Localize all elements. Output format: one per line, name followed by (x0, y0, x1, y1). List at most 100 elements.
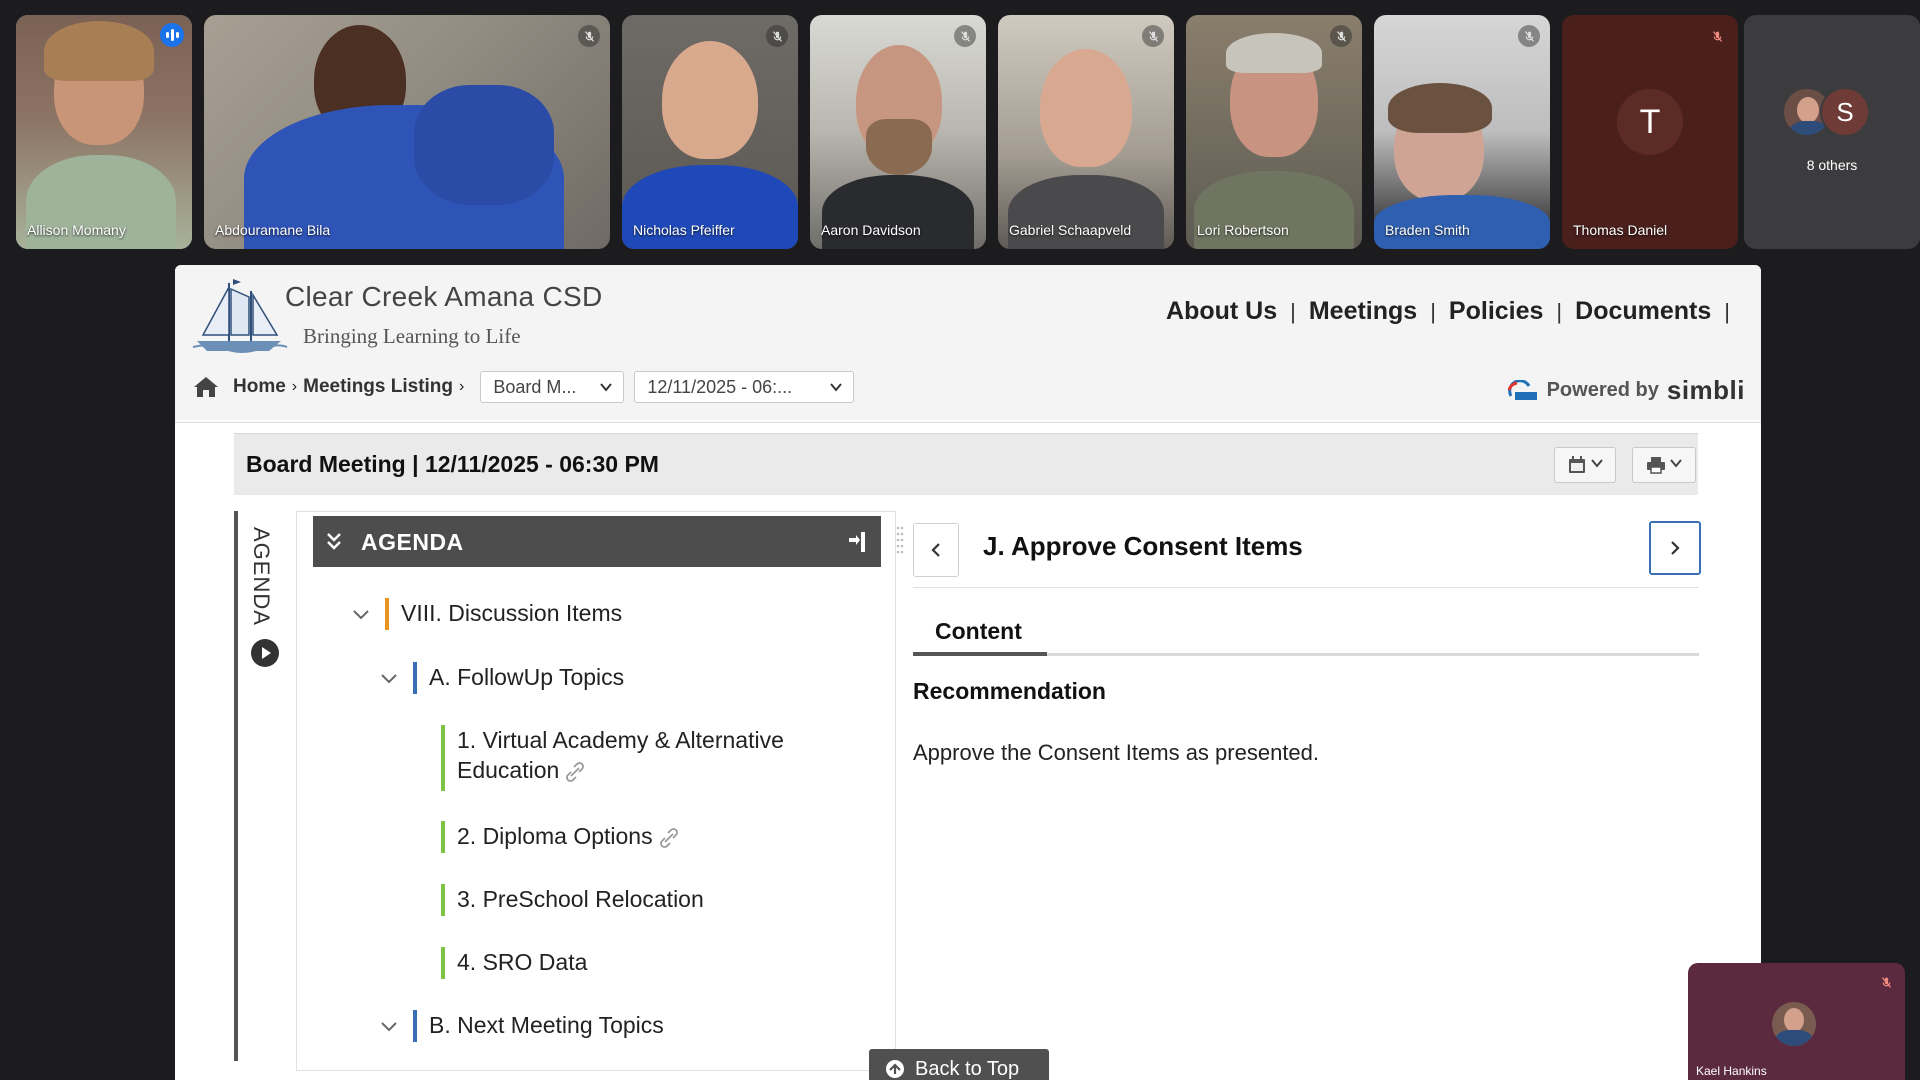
participant-name: Gabriel Schaapveld (1009, 222, 1132, 238)
top-nav: About Us | Meetings | Policies | Documen… (1166, 297, 1743, 326)
others-count: 8 others (1806, 157, 1858, 173)
breadcrumb-meetings-listing[interactable]: Meetings Listing (303, 376, 453, 398)
participant-tile[interactable]: Braden Smith (1374, 15, 1550, 249)
agenda-item-label: 4. SRO Data (457, 949, 588, 975)
back-to-top-button[interactable]: Back to Top (869, 1049, 1049, 1080)
participant-name: Aaron Davidson (821, 222, 921, 238)
camera-feed (1374, 15, 1550, 249)
play-circle-icon[interactable] (250, 638, 280, 668)
agenda-item-label: Education (457, 755, 585, 785)
chevron-right-icon: › (291, 378, 298, 395)
camera-feed (1186, 15, 1362, 249)
participant-name: Abdouramane Bila (215, 222, 331, 238)
home-icon[interactable] (193, 375, 219, 399)
recommendation-text: Approve the Consent Items as presented. (913, 740, 1320, 765)
level-bar (385, 598, 389, 630)
agenda-rail-label[interactable]: AGENDA (248, 527, 274, 626)
participant-name: Nicholas Pfeiffer (633, 222, 735, 238)
agenda-item-label: VIII. Discussion Items (401, 600, 623, 626)
nav-policies[interactable]: Policies (1449, 297, 1544, 326)
org-tagline: Bringing Learning to Life (303, 324, 521, 348)
nav-separator: | (1430, 298, 1436, 324)
camera-feed (204, 15, 610, 249)
chevron-left-icon (931, 543, 940, 557)
participant-tile[interactable]: Nicholas Pfeiffer (622, 15, 798, 249)
camera-feed (16, 15, 192, 249)
nav-separator: | (1724, 298, 1730, 324)
others-tile[interactable]: S 8 others (1744, 15, 1920, 249)
meeting-date-select[interactable]: 12/11/2025 - 06:... (634, 371, 855, 403)
participant-name: Braden Smith (1385, 222, 1470, 238)
camera-feed (998, 15, 1174, 249)
chevron-down-icon[interactable] (351, 608, 371, 622)
attachment-icon[interactable] (565, 762, 585, 782)
participant-avatar: S (1820, 87, 1870, 137)
site-header: Clear Creek Amana CSD Bringing Learning … (175, 265, 1761, 420)
level-bar (441, 725, 445, 791)
powered-by-label: Powered by (1546, 379, 1659, 401)
agenda-panel: AGENDA VIII. Discussion Items A. FollowU… (296, 511, 904, 1071)
agenda-item-label: 3. PreSchool Relocation (457, 886, 704, 912)
meeting-title-bar: Board Meeting | 12/11/2025 - 06:30 PM (234, 433, 1698, 495)
section-heading: Recommendation (913, 678, 1106, 704)
previous-item-button[interactable] (913, 523, 959, 577)
chevron-down-icon (830, 383, 843, 392)
chevron-right-icon: › (459, 378, 465, 395)
participant-tile[interactable]: T Thomas Daniel (1562, 15, 1738, 249)
speaking-indicator-icon (160, 23, 184, 47)
calendar-menu-button[interactable] (1554, 447, 1616, 483)
header-divider (175, 422, 1761, 423)
nav-separator: | (1556, 298, 1563, 324)
chevron-down-icon[interactable] (379, 672, 399, 686)
camera-feed (622, 15, 798, 249)
participant-tile[interactable]: Lori Robertson (1186, 15, 1362, 249)
nav-meetings[interactable]: Meetings (1309, 297, 1417, 326)
muted-mic-icon (954, 25, 976, 47)
level-bar (413, 662, 417, 694)
muted-mic-icon (1142, 25, 1164, 47)
next-item-button[interactable] (1649, 521, 1701, 575)
chevron-right-icon (1671, 541, 1680, 555)
meeting-type-select[interactable]: Board M... (480, 371, 625, 403)
self-view-tile[interactable]: Kael Hankins (1688, 963, 1905, 1080)
agenda-header: AGENDA (313, 516, 881, 567)
agenda-item-label: 1. Virtual Academy & Alternative (457, 727, 784, 753)
print-menu-button[interactable] (1632, 447, 1696, 483)
agenda-item-text: 2. Diploma Options (457, 823, 653, 849)
muted-mic-icon (766, 25, 788, 47)
agenda-title: AGENDA (361, 529, 464, 555)
participant-tile[interactable]: Aaron Davidson (810, 15, 986, 249)
collapse-all-icon[interactable] (325, 531, 343, 551)
participant-tile[interactable]: Gabriel Schaapveld (998, 15, 1174, 249)
attachment-icon[interactable] (659, 828, 679, 848)
chevron-down-icon (600, 383, 613, 392)
powered-by[interactable]: Powered by simbli (1505, 375, 1745, 406)
breadcrumb-home[interactable]: Home (233, 376, 286, 398)
chevron-down-icon[interactable] (379, 1020, 399, 1034)
participant-tile[interactable]: Allison Momany (16, 15, 192, 249)
agenda-item-virtual-academy[interactable]: 1. Virtual Academy & Alternative Educati… (441, 725, 861, 791)
print-icon (1647, 457, 1665, 474)
arrow-up-icon (886, 1060, 904, 1078)
item-title: J. Approve Consent Items (983, 531, 1303, 561)
self-avatar (1772, 1002, 1816, 1046)
participant-name: Lori Robertson (1197, 222, 1289, 238)
tab-content[interactable]: Content (935, 618, 1022, 645)
meeting-title: Board Meeting | 12/11/2025 - 06:30 PM (246, 451, 659, 477)
resize-grip-icon[interactable] (895, 524, 905, 564)
muted-mic-icon (1875, 971, 1897, 993)
simbli-logo: simbli (1666, 375, 1745, 405)
dock-panel-icon[interactable] (847, 530, 869, 554)
muted-mic-icon (1330, 25, 1352, 47)
nav-about-us[interactable]: About Us (1166, 297, 1277, 326)
self-name: Kael Hankins (1696, 1064, 1767, 1078)
participant-tile[interactable]: Abdouramane Bila (204, 15, 610, 249)
participant-strip: Allison Momany Abdouramane Bila Nicholas… (16, 15, 1920, 249)
org-name: Clear Creek Amana CSD (285, 281, 603, 312)
agenda-item-diploma-options[interactable]: 2. Diploma Options (441, 821, 861, 853)
muted-mic-icon (1518, 25, 1540, 47)
nav-documents[interactable]: Documents (1575, 297, 1711, 326)
back-to-top-label: Back to Top (915, 1057, 1020, 1080)
meeting-date-value: 12/11/2025 - 06:... (647, 376, 793, 397)
calendar-icon (1569, 456, 1585, 473)
